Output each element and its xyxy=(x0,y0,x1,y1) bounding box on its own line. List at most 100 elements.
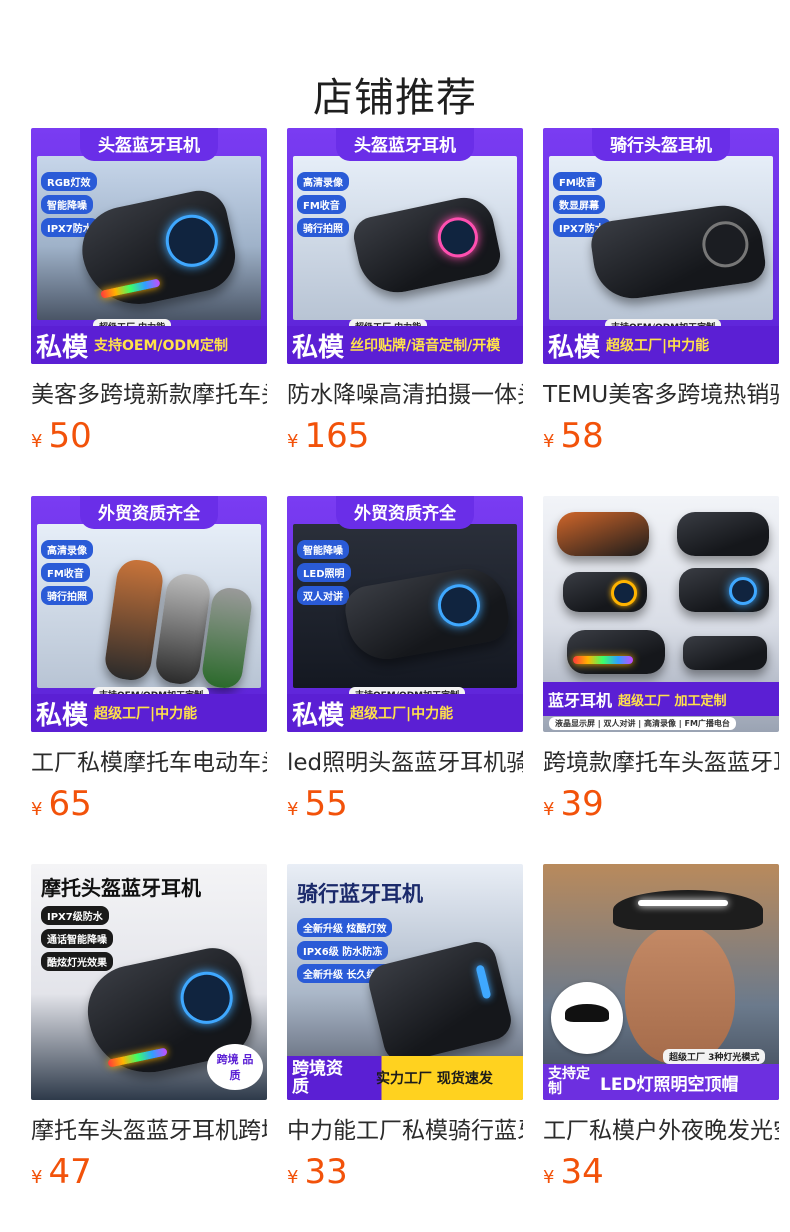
feature-chip: 全新升级 炫酷灯效 xyxy=(297,918,393,937)
product-price: ¥ 50 xyxy=(31,416,267,456)
footer-big-text: 跨境资质 xyxy=(292,1059,343,1097)
product-price: ¥ 55 xyxy=(287,784,523,824)
product-image[interactable]: 头盔蓝牙耳机 高清录像 FM收音 骑行拍照 超级工厂 中力能 私模 丝印贴牌/语… xyxy=(287,128,523,364)
footer-small-text: 实力工厂 现货速发 xyxy=(376,1071,493,1087)
product-card[interactable]: 骑行蓝牙耳机 全新升级 炫酷灯效 IPX6级 防水防冻 全新升级 长久续航 跨境… xyxy=(287,864,523,1232)
cap-inset-graphic xyxy=(551,982,623,1054)
price-amount: 39 xyxy=(560,784,604,824)
image-banner: 骑行头盔耳机 xyxy=(592,128,730,161)
product-name[interactable]: 中力能工厂私模骑行蓝牙耳机 xyxy=(287,1114,523,1148)
footer-small-text: LED灯照明空顶帽 xyxy=(600,1074,739,1095)
product-card[interactable]: 外贸资质齐全 高清录像 FM收音 骑行拍照 支持OEM/ODM加工定制 私模 超… xyxy=(31,496,267,864)
image-title: 摩托头盔蓝牙耳机 xyxy=(41,876,201,900)
product-grid: 头盔蓝牙耳机 RGB灯效 智能降噪 IPX7防水 超级工厂 中力能 私模 支持O… xyxy=(31,128,779,1232)
feature-chip: FM收音 xyxy=(297,195,346,214)
price-amount: 33 xyxy=(304,1152,348,1192)
headset-device-graphic xyxy=(677,512,769,556)
product-name[interactable]: 工厂私模户外夜晚发光空顶帽 xyxy=(543,1114,779,1148)
product-name[interactable]: 防水降噪高清拍摄一体头盔蓝牙耳机 xyxy=(287,378,523,412)
product-image[interactable]: 外贸资质齐全 智能降噪 LED照明 双人对讲 支持OEM/ODM加工定制 私模 … xyxy=(287,496,523,732)
feature-chip: 智能降噪 xyxy=(41,195,93,214)
footer-big-text: 蓝牙耳机 xyxy=(548,691,613,710)
footer-big-text: 私模 xyxy=(292,700,345,731)
product-card[interactable]: 骑行头盔耳机 FM收音 数显屏幕 IPX7防水 支持OEM/ODM加工定制 私模… xyxy=(543,128,779,496)
currency-symbol: ¥ xyxy=(543,1167,555,1188)
currency-symbol: ¥ xyxy=(543,431,555,452)
footer-small-text: 丝印贴牌/语音定制/开模 xyxy=(350,338,501,354)
product-name[interactable]: 美客多跨境新款摩托车头盔蓝牙耳机 xyxy=(31,378,267,412)
image-banner: 头盔蓝牙耳机 xyxy=(80,128,218,161)
image-title: 骑行蓝牙耳机 xyxy=(297,882,423,906)
product-image[interactable]: 摩托头盔蓝牙耳机 IPX7级防水 通话智能降噪 酷炫灯光效果 跨境 品质 xyxy=(31,864,267,1100)
headset-device-graphic xyxy=(563,572,647,612)
product-price: ¥ 47 xyxy=(31,1152,267,1192)
feature-chip: LED照明 xyxy=(297,563,351,582)
image-banner: 头盔蓝牙耳机 xyxy=(336,128,474,161)
model-face-graphic xyxy=(625,924,735,1064)
footer-big-text: 私模 xyxy=(36,700,89,731)
price-amount: 55 xyxy=(304,784,348,824)
feature-chip: 通话智能降噪 xyxy=(41,929,113,948)
feature-chip: FM收音 xyxy=(41,563,90,582)
price-amount: 165 xyxy=(304,416,370,456)
currency-symbol: ¥ xyxy=(543,799,555,820)
footer-small-text: 超级工厂|中力能 xyxy=(606,338,710,354)
led-strip-graphic xyxy=(638,900,728,906)
feature-chip: 数显屏幕 xyxy=(553,195,605,214)
visor-cap-graphic xyxy=(613,890,763,930)
headset-device-graphic xyxy=(567,630,665,674)
feature-chip: 骑行拍照 xyxy=(41,586,93,605)
feature-chip: 高清录像 xyxy=(297,172,349,191)
footer-small-text: 支持OEM/ODM定制 xyxy=(94,338,228,354)
product-price: ¥ 34 xyxy=(543,1152,779,1192)
footer-big-text: 私模 xyxy=(36,332,89,363)
image-banner: 外贸资质齐全 xyxy=(80,496,218,529)
feature-chip: RGB灯效 xyxy=(41,172,97,191)
product-price: ¥ 33 xyxy=(287,1152,523,1192)
headset-device-graphic xyxy=(683,636,767,670)
product-price: ¥ 58 xyxy=(543,416,779,456)
product-image[interactable]: 超级工厂 3种灯光模式 支持定制 LED灯照明空顶帽 xyxy=(543,864,779,1100)
product-image[interactable]: 头盔蓝牙耳机 RGB灯效 智能降噪 IPX7防水 超级工厂 中力能 私模 支持O… xyxy=(31,128,267,364)
product-name[interactable]: 跨境款摩托车头盔蓝牙耳机 xyxy=(543,746,779,780)
product-card[interactable]: 头盔蓝牙耳机 高清录像 FM收音 骑行拍照 超级工厂 中力能 私模 丝印贴牌/语… xyxy=(287,128,523,496)
product-card[interactable]: 头盔蓝牙耳机 RGB灯效 智能降噪 IPX7防水 超级工厂 中力能 私模 支持O… xyxy=(31,128,267,496)
product-card[interactable]: 摩托头盔蓝牙耳机 IPX7级防水 通话智能降噪 酷炫灯光效果 跨境 品质 摩托车… xyxy=(31,864,267,1232)
product-price: ¥ 39 xyxy=(543,784,779,824)
footer-big-text: 私模 xyxy=(548,332,601,363)
currency-symbol: ¥ xyxy=(31,431,43,452)
footer-big-text: 私模 xyxy=(292,332,345,363)
product-price: ¥ 65 xyxy=(31,784,267,824)
product-image[interactable]: 液晶显示屏 | 双人对讲 | 高清录像 | FM广播电台 蓝牙耳机 超级工厂 加… xyxy=(543,496,779,732)
feature-chip: 双人对讲 xyxy=(297,586,349,605)
product-card[interactable]: 外贸资质齐全 智能降噪 LED照明 双人对讲 支持OEM/ODM加工定制 私模 … xyxy=(287,496,523,864)
currency-symbol: ¥ xyxy=(287,1167,299,1188)
product-image[interactable]: 外贸资质齐全 高清录像 FM收音 骑行拍照 支持OEM/ODM加工定制 私模 超… xyxy=(31,496,267,732)
price-amount: 58 xyxy=(560,416,604,456)
headset-device-graphic xyxy=(557,512,649,556)
footer-tag: 液晶显示屏 | 双人对讲 | 高清录像 | FM广播电台 xyxy=(549,717,736,730)
product-name[interactable]: 摩托车头盔蓝牙耳机跨境品质 xyxy=(31,1114,267,1148)
currency-symbol: ¥ xyxy=(31,799,43,820)
product-card[interactable]: 超级工厂 3种灯光模式 支持定制 LED灯照明空顶帽 工厂私模户外夜晚发光空顶帽… xyxy=(543,864,779,1232)
currency-symbol: ¥ xyxy=(287,431,299,452)
footer-tag: 超级工厂 3种灯光模式 xyxy=(663,1049,766,1064)
price-amount: 47 xyxy=(48,1152,92,1192)
page-title: 店铺推荐 xyxy=(313,74,477,121)
feature-chip: IPX6级 防水防冻 xyxy=(297,941,389,960)
feature-chip: 高清录像 xyxy=(41,540,93,559)
footer-small-text: 超级工厂 加工定制 xyxy=(618,693,727,709)
feature-chip: FM收音 xyxy=(553,172,602,191)
image-banner: 外贸资质齐全 xyxy=(336,496,474,529)
product-card[interactable]: 液晶显示屏 | 双人对讲 | 高清录像 | FM广播电台 蓝牙耳机 超级工厂 加… xyxy=(543,496,779,864)
feature-chip: 智能降噪 xyxy=(297,540,349,559)
product-price: ¥ 165 xyxy=(287,416,523,456)
product-name[interactable]: led照明头盔蓝牙耳机骑行对讲 xyxy=(287,746,523,780)
price-amount: 65 xyxy=(48,784,92,824)
product-name[interactable]: TEMU美客多跨境热销骑行头盔耳机 xyxy=(543,378,779,412)
product-image[interactable]: 骑行头盔耳机 FM收音 数显屏幕 IPX7防水 支持OEM/ODM加工定制 私模… xyxy=(543,128,779,364)
footer-small-text: 超级工厂|中力能 xyxy=(350,706,454,722)
product-name[interactable]: 工厂私模摩托车电动车头盔蓝牙耳机 xyxy=(31,746,267,780)
product-image[interactable]: 骑行蓝牙耳机 全新升级 炫酷灯效 IPX6级 防水防冻 全新升级 长久续航 跨境… xyxy=(287,864,523,1100)
price-amount: 50 xyxy=(48,416,92,456)
